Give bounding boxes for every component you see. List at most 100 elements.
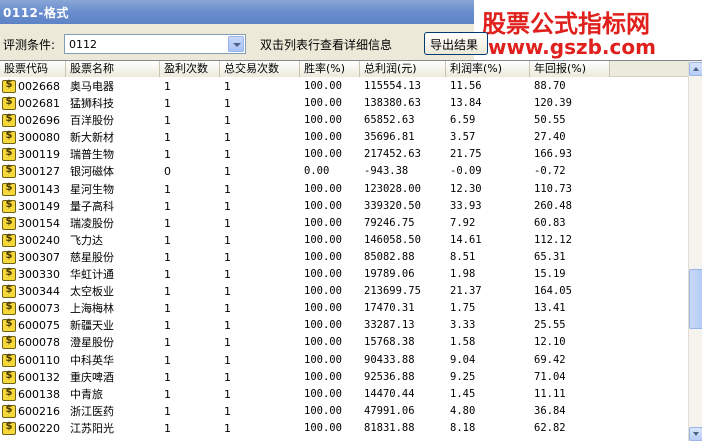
cell-col-annual-return: 25.55: [534, 319, 566, 332]
table-row[interactable]: $300330 华虹计通 1 1 100.00 19789.06 1.98 15.19: [0, 266, 688, 283]
cell-col-win-rate: 100.00: [304, 182, 342, 195]
table-row[interactable]: $300154 瑞凌股份 1 1 100.00 79246.75 7.92 60.83: [0, 215, 688, 232]
table-row[interactable]: $600132 重庆啤酒 1 1 100.00 92536.88 9.25 71.04: [0, 369, 688, 386]
cell-col-win-rate: 100.00: [304, 250, 342, 263]
vertical-scrollbar[interactable]: [688, 61, 702, 441]
table-row[interactable]: $002681 猛狮科技 1 1 100.00 138380.63 13.84 120.39: [0, 95, 688, 112]
cell-col-win-rate: 100.00: [304, 302, 342, 315]
cell-col-trade-count: 1: [224, 216, 231, 230]
cell-col-profit-rate: 6.59: [450, 114, 476, 127]
cell-col-stock-code: 002696: [18, 114, 60, 128]
cell-col-total-profit: 115554.13: [364, 80, 421, 92]
header-col-stock-code[interactable]: 股票代码: [0, 61, 66, 77]
cell-col-win-count: 1: [164, 233, 171, 247]
table-row[interactable]: $002668 奥马电器 1 1 100.00 115554.13 11.56 88.70: [0, 78, 688, 95]
cell-col-total-profit: 47991.06: [364, 404, 415, 417]
header-col-stock-name[interactable]: 股票名称: [66, 61, 160, 77]
dollar-coin-icon: $: [2, 267, 16, 282]
cell-col-win-rate: 100.00: [304, 285, 342, 298]
cell-col-win-rate: 100.00: [304, 353, 342, 366]
table-row[interactable]: $300344 太空板业 1 1 100.00 213699.75 21.37 164.05: [0, 283, 688, 300]
chevron-down-icon[interactable]: [228, 36, 244, 52]
cell-col-trade-count: 1: [224, 421, 231, 435]
export-results-button[interactable]: 导出结果: [424, 32, 488, 55]
cell-col-stock-name: 慈星股份: [70, 250, 114, 264]
table-row[interactable]: $300119 瑞普生物 1 1 100.00 217452.63 21.75 166.93: [0, 146, 688, 163]
cell-col-annual-return: 110.73: [534, 182, 572, 195]
cell-col-profit-rate: 21.75: [450, 148, 482, 161]
cell-col-trade-count: 1: [224, 370, 231, 384]
scroll-thumb[interactable]: [689, 269, 702, 329]
cell-col-stock-name: 百洋股份: [70, 114, 114, 128]
cell-col-total-profit: 138380.63: [364, 97, 421, 110]
cell-col-annual-return: 12.10: [534, 336, 566, 349]
table-row[interactable]: $300307 慈星股份 1 1 100.00 85082.88 8.51 65.31: [0, 249, 688, 266]
table-row[interactable]: $600138 中青旅 1 1 100.00 14470.44 1.45 11.11: [0, 386, 688, 403]
cell-col-total-profit: 79246.75: [364, 216, 415, 229]
cell-col-profit-rate: 21.37: [450, 285, 482, 298]
cell-col-profit-rate: 1.75: [450, 302, 476, 315]
cell-col-stock-name: 星河生物: [70, 182, 114, 196]
cell-col-win-count: 1: [164, 216, 171, 230]
cell-col-annual-return: 120.39: [534, 97, 572, 110]
dollar-coin-icon: $: [2, 370, 16, 384]
cell-col-annual-return: 27.40: [534, 131, 566, 144]
condition-select[interactable]: 0112: [64, 34, 246, 54]
cell-col-stock-name: 量子高科: [70, 199, 114, 213]
table-row[interactable]: $600073 上海梅林 1 1 100.00 17470.31 1.75 13.41: [0, 300, 688, 317]
table-row[interactable]: $600075 新疆天业 1 1 100.00 33287.13 3.33 25.55: [0, 317, 688, 334]
cell-col-total-profit: 85082.88: [364, 250, 415, 263]
cell-col-stock-code: 600216: [18, 404, 60, 418]
cell-col-total-profit: 123028.00: [364, 182, 421, 195]
cell-col-stock-code: 300143: [18, 182, 60, 196]
scroll-up-icon[interactable]: [689, 62, 702, 76]
header-col-profit-rate[interactable]: 利润率(%): [446, 61, 530, 77]
cell-col-profit-rate: 3.33: [450, 319, 476, 332]
table-row[interactable]: $300240 飞力达 1 1 100.00 146058.50 14.61 112.12: [0, 232, 688, 249]
cell-col-win-count: 0: [164, 165, 171, 179]
table-row[interactable]: $600220 江苏阳光 1 1 100.00 81831.88 8.18 62.82: [0, 420, 688, 437]
scroll-down-icon[interactable]: [689, 427, 702, 441]
cell-col-annual-return: 15.19: [534, 268, 566, 281]
cell-col-annual-return: 69.42: [534, 353, 566, 366]
cell-col-win-count: 1: [164, 336, 171, 350]
cell-col-profit-rate: 7.92: [450, 216, 476, 229]
table-row[interactable]: $300149 量子高科 1 1 100.00 339320.50 33.93 260.48: [0, 198, 688, 215]
cell-col-trade-count: 1: [224, 114, 231, 128]
list-body: $002668 奥马电器 1 1 100.00 115554.13 11.56 88.70 $0…: [0, 78, 688, 437]
cell-col-stock-name: 新疆天业: [70, 319, 114, 333]
cell-col-total-profit: 15768.38: [364, 336, 415, 349]
cell-col-profit-rate: 8.18: [450, 421, 476, 434]
table-row[interactable]: $600110 中科英华 1 1 100.00 90433.88 9.04 69.42: [0, 352, 688, 369]
dollar-coin-icon: $: [2, 335, 16, 350]
table-row[interactable]: $600078 澄星股份 1 1 100.00 15768.38 1.58 12.10: [0, 334, 688, 351]
cell-col-win-rate: 100.00: [304, 336, 342, 349]
cell-col-stock-code: 300127: [18, 165, 60, 179]
dollar-coin-icon: $: [2, 404, 16, 418]
header-col-trade-count[interactable]: 总交易次数: [220, 61, 300, 77]
cell-col-total-profit: 14470.44: [364, 387, 415, 400]
table-row[interactable]: $300080 新大新材 1 1 100.00 35696.81 3.57 27.40: [0, 129, 688, 146]
cell-col-win-rate: 100.00: [304, 148, 342, 161]
results-list[interactable]: 股票代码 股票名称 盈利次数 总交易次数 胜率(%) 总利润(元) 利润率(%) 年回报(%)…: [0, 60, 702, 441]
table-row[interactable]: $300143 星河生物 1 1 100.00 123028.00 12.30 110.73: [0, 181, 688, 198]
table-row[interactable]: $600216 浙江医药 1 1 100.00 47991.06 4.80 36.84: [0, 403, 688, 420]
cell-col-total-profit: 90433.88: [364, 353, 415, 366]
table-row[interactable]: $002696 百洋股份 1 1 100.00 65852.63 6.59 50.55: [0, 112, 688, 129]
header-col-win-count[interactable]: 盈利次数: [160, 61, 220, 77]
cell-col-win-rate: 100.00: [304, 387, 342, 400]
cell-col-win-rate: 100.00: [304, 319, 342, 332]
header-col-win-rate[interactable]: 胜率(%): [300, 61, 360, 77]
cell-col-stock-name: 猛狮科技: [70, 97, 114, 111]
header-col-annual-return[interactable]: 年回报(%): [530, 61, 610, 77]
cell-col-trade-count: 1: [224, 165, 231, 179]
table-row[interactable]: $300127 银河磁体 0 1 0.00 -943.38 -0.09 -0.72: [0, 163, 688, 180]
cell-col-stock-code: 300330: [18, 268, 60, 282]
cell-col-profit-rate: 1.45: [450, 387, 476, 400]
cell-col-profit-rate: 9.25: [450, 370, 476, 383]
cell-col-win-count: 1: [164, 97, 171, 111]
cell-col-annual-return: 166.93: [534, 148, 572, 161]
cell-col-trade-count: 1: [224, 97, 231, 111]
header-col-total-profit[interactable]: 总利润(元): [360, 61, 446, 77]
cell-col-profit-rate: 11.56: [450, 80, 482, 92]
